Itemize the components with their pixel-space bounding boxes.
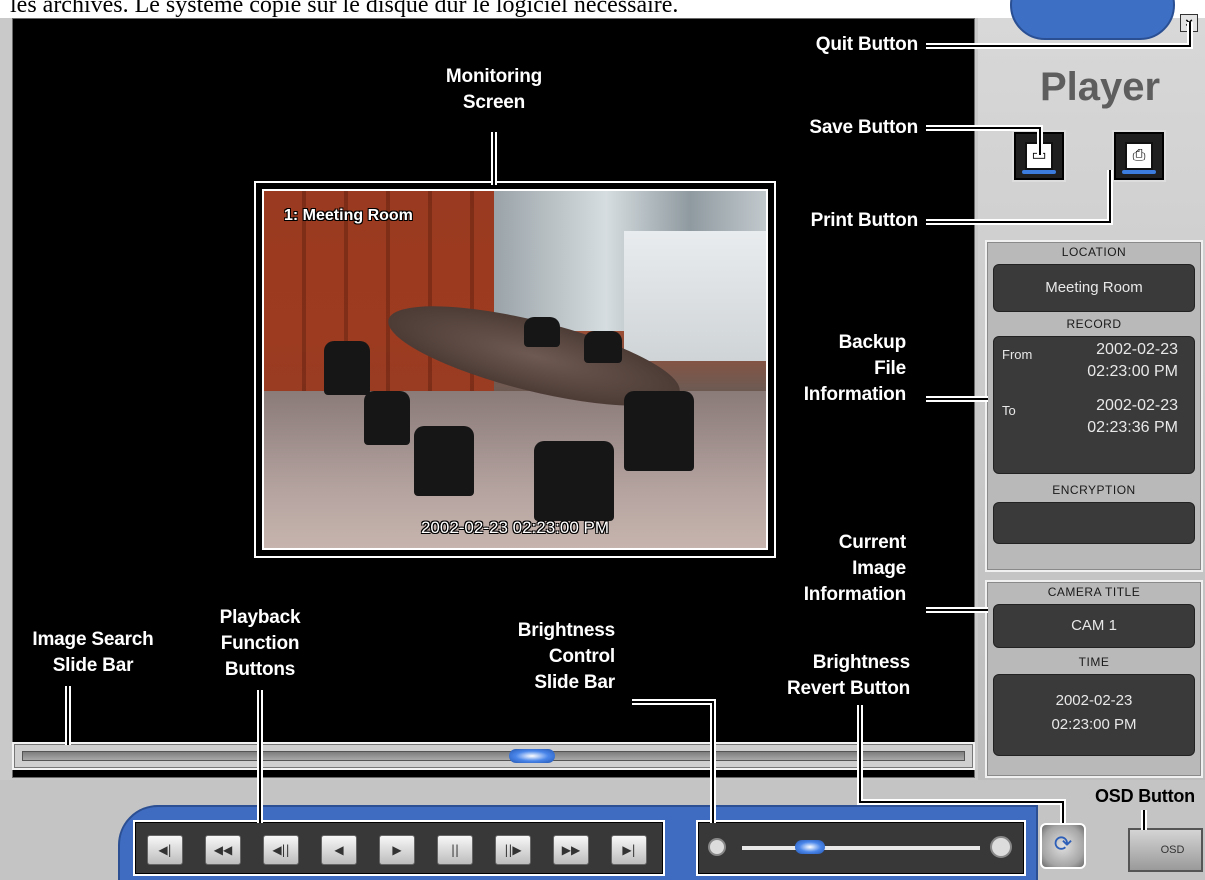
brightness-high-icon (990, 836, 1012, 858)
time-header: TIME (1078, 655, 1110, 669)
play-button[interactable]: ▶ (379, 835, 415, 865)
from-label: From (1002, 347, 1033, 362)
brightness-low-icon (708, 838, 726, 856)
brightness-thumb[interactable] (795, 840, 825, 854)
encryption-header: ENCRYPTION (1052, 483, 1136, 497)
callout-quit-button: Quit Button (815, 34, 918, 55)
location-value: Meeting Room (993, 264, 1195, 312)
callout-line: Slide Bar (534, 672, 615, 693)
to-value: 2002-02-23 02:23:36 PM (1042, 395, 1186, 439)
location-header: LOCATION (1061, 245, 1127, 259)
callout-line: Function (220, 633, 300, 654)
to-time: 02:23:36 PM (1087, 419, 1178, 436)
callout-line: Playback (219, 607, 301, 628)
callout-line: Brightness (517, 620, 615, 641)
callout-line: Backup (838, 332, 907, 353)
playback-function-buttons: ◀| ◀◀ ◀|| ◀ ▶ || ||▶ ▶▶ ▶| (133, 820, 665, 876)
print-button[interactable]: ⎙ (1112, 130, 1166, 182)
callout-line: File (874, 358, 906, 379)
callout-line: Information (803, 384, 906, 405)
callout-line: Monitoring (445, 66, 543, 87)
video-chair (324, 341, 370, 395)
callout-line: Revert Button (786, 678, 910, 699)
from-time: 02:23:00 PM (1087, 363, 1178, 380)
current-image-info-panel: CAMERA TITLE CAM 1 TIME 2002-02-23 02:23… (985, 580, 1203, 778)
app-title: Player (1039, 65, 1161, 109)
step-forward-button[interactable]: ||▶ (495, 835, 531, 865)
save-button-indicator (1022, 170, 1056, 174)
video-chair (414, 426, 474, 496)
fast-forward-button[interactable]: ▶▶ (553, 835, 589, 865)
title-bar-ornament (1010, 0, 1175, 40)
video-chair (524, 317, 560, 347)
record-box: From 2002-02-23 02:23:00 PM To 2002-02-2… (993, 336, 1195, 474)
seek-thumb[interactable] (508, 749, 555, 763)
to-label: To (1002, 403, 1016, 418)
callout-monitoring-screen: Monitoring Screen (394, 64, 594, 116)
encryption-value (993, 502, 1195, 544)
printer-icon: ⎙ (1125, 142, 1153, 170)
callout-line: Screen (462, 92, 526, 113)
callout-line: Slide Bar (52, 655, 134, 676)
refresh-icon: ⟳ (1053, 832, 1073, 857)
osd-button[interactable]: OSD (1128, 828, 1203, 872)
video-chair (364, 391, 410, 445)
floppy-disk-icon: ▭ (1025, 142, 1053, 170)
callout-brightness-control-slide-bar: Brightness Control Slide Bar (440, 618, 615, 696)
go-to-start-button[interactable]: ◀| (147, 835, 183, 865)
callout-osd-button: OSD Button (1095, 786, 1195, 806)
video-chair (534, 441, 614, 521)
callout-backup-file-information: Backup File Information (720, 330, 906, 408)
callout-save-button: Save Button (809, 117, 918, 138)
time-date: 2002-02-23 (1055, 692, 1133, 709)
callout-line: Information (803, 584, 906, 605)
video-chair (584, 331, 622, 363)
image-search-slide-bar[interactable] (12, 742, 975, 770)
step-back-button[interactable]: ◀|| (263, 835, 299, 865)
record-from-row: From 2002-02-23 02:23:00 PM (994, 337, 1194, 385)
quit-button[interactable]: × (1180, 14, 1198, 32)
callout-line: Brightness (812, 652, 910, 673)
go-to-end-button[interactable]: ▶| (611, 835, 647, 865)
monitoring-screen: 1: Meeting Room 2002-02-23 02:23:00 PM (254, 181, 776, 558)
from-value: 2002-02-23 02:23:00 PM (1042, 339, 1186, 383)
to-date: 2002-02-23 (1096, 397, 1178, 414)
callout-line: Image Search (32, 629, 154, 650)
fast-rewind-button[interactable]: ◀◀ (205, 835, 241, 865)
callout-line: Buttons (224, 659, 296, 680)
print-button-indicator (1122, 170, 1156, 174)
video-chair (624, 391, 694, 471)
brightness-revert-button[interactable]: ⟳ (1040, 823, 1086, 869)
record-to-row: To 2002-02-23 02:23:36 PM (994, 393, 1194, 441)
camera-title-value: CAM 1 (993, 604, 1195, 648)
camera-video-feed: 1: Meeting Room 2002-02-23 02:23:00 PM (262, 189, 768, 550)
video-camera-label: 1: Meeting Room (284, 207, 413, 224)
time-value: 2002-02-23 02:23:00 PM (993, 674, 1195, 756)
callout-brightness-revert-button: Brightness Revert Button (726, 650, 910, 702)
callout-line: Current (838, 532, 906, 553)
video-timestamp: 2002-02-23 02:23:00 PM (420, 518, 610, 537)
callout-line: Image (852, 558, 906, 579)
backup-info-panel: LOCATION Meeting Room RECORD From 2002-0… (985, 240, 1203, 572)
brightness-track (742, 846, 980, 850)
reverse-play-button[interactable]: ◀ (321, 835, 357, 865)
camera-title-header: CAMERA TITLE (1047, 585, 1141, 599)
callout-print-button: Print Button (810, 210, 919, 231)
time-time: 02:23:00 PM (1051, 716, 1137, 733)
callout-playback-function-buttons: Playback Function Buttons (190, 605, 330, 683)
document-caption: les archives. Le système copie sur le di… (10, 0, 679, 18)
save-button[interactable]: ▭ (1012, 130, 1066, 182)
callout-line: Control (548, 646, 615, 667)
record-header: RECORD (1066, 317, 1122, 331)
pause-button[interactable]: || (437, 835, 473, 865)
callout-current-image-information: Current Image Information (720, 530, 906, 608)
seek-track (22, 751, 965, 761)
callout-image-search-slide-bar: Image Search Slide Bar (18, 627, 168, 679)
from-date: 2002-02-23 (1096, 341, 1178, 358)
brightness-control-slide-bar[interactable] (696, 820, 1026, 876)
